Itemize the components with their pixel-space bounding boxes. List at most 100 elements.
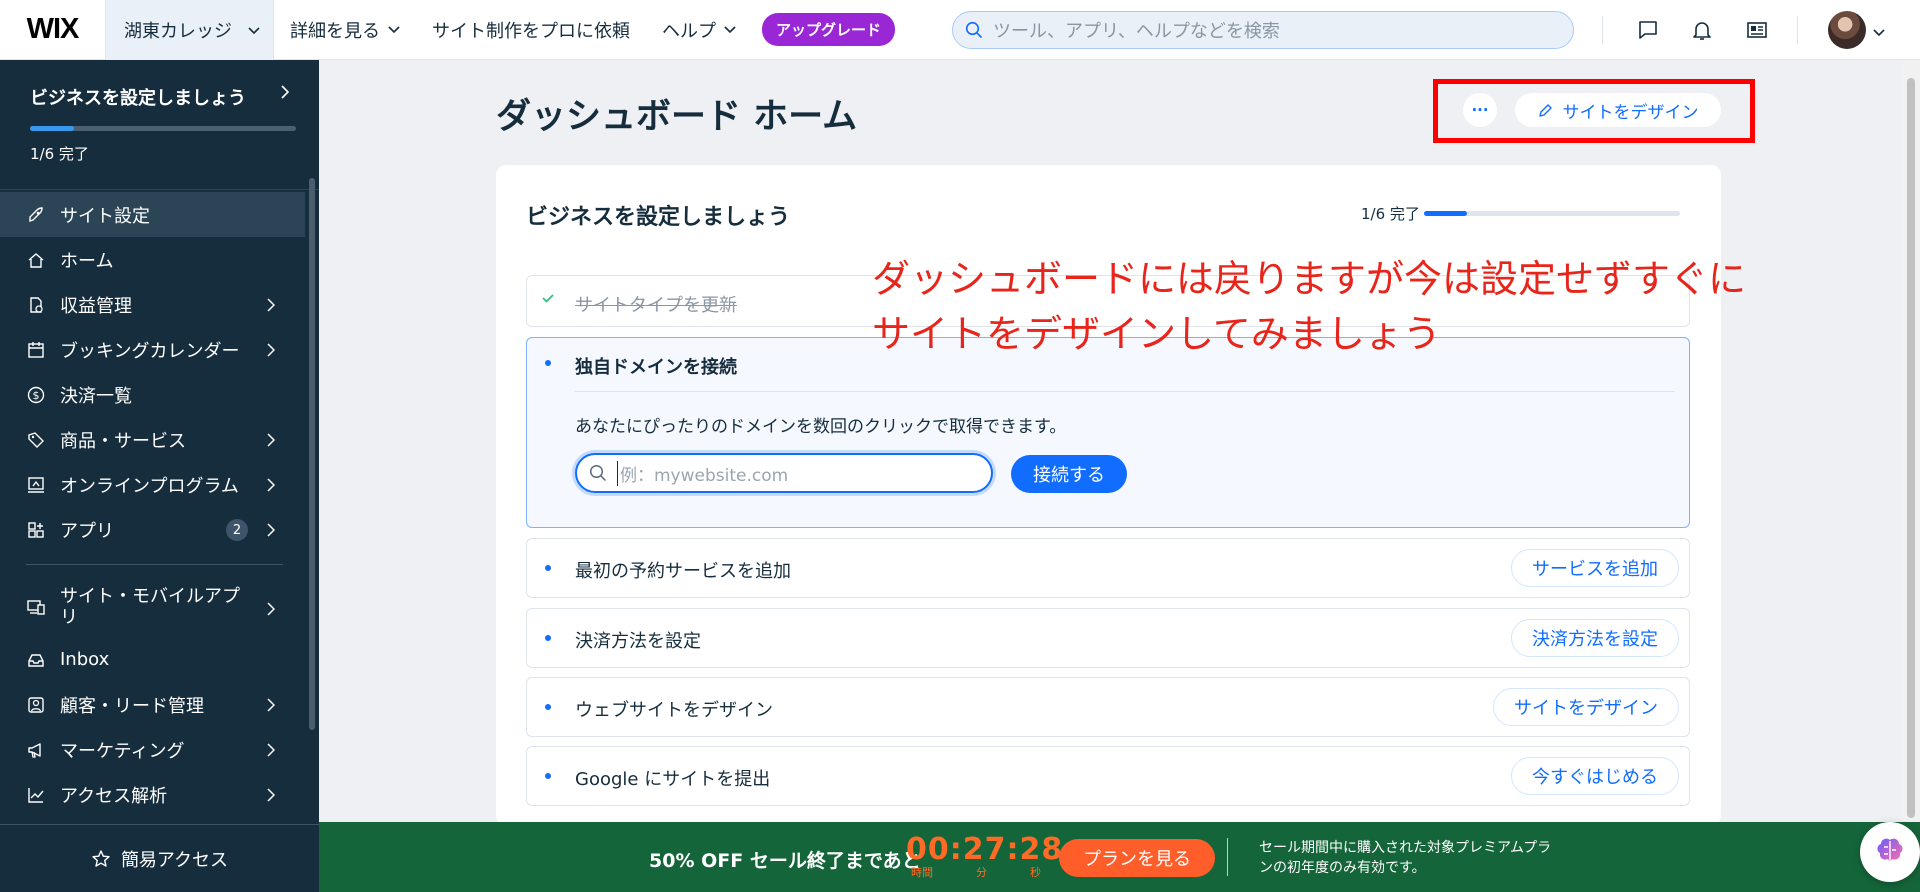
page-title: ダッシュボード ホーム — [496, 97, 858, 137]
search-input[interactable]: ツール、アプリ、ヘルプなどを検索 — [952, 11, 1574, 49]
news-icon[interactable] — [1743, 16, 1771, 44]
more-actions-button[interactable]: ··· — [1463, 93, 1497, 127]
search-placeholder: ツール、アプリ、ヘルプなどを検索 — [993, 21, 1280, 42]
wix-logo[interactable]: WIX — [0, 0, 106, 60]
chevron-right-icon — [267, 600, 276, 621]
sidebar-item-label: 決済一覧 — [60, 385, 132, 407]
more-menu[interactable]: 詳細を見る — [274, 17, 416, 43]
task-add-booking-service[interactable]: 最初の予約サービスを追加 サービスを追加 — [526, 538, 1690, 598]
sidebar-item-home[interactable]: ホーム — [0, 237, 305, 282]
sidebar-item-online-programs[interactable]: オンラインプログラム — [0, 462, 305, 507]
sidebar-item-label: Inbox — [60, 649, 110, 670]
chevron-right-icon — [267, 296, 276, 317]
quick-access-button[interactable]: 簡易アクセス — [0, 824, 319, 892]
sidebar-scrollbar[interactable] — [309, 178, 315, 730]
apps-count-badge: 2 — [226, 519, 248, 541]
sidebar-item-label: アプリ — [60, 520, 114, 542]
bullet-icon — [545, 565, 551, 571]
sidebar-item-revenue[interactable]: 収益管理 — [0, 282, 305, 327]
setup-progress-panel[interactable]: ビジネスを設定しましょう 1/6 完了 — [0, 60, 319, 190]
sparkle-star-icon — [92, 849, 110, 867]
sidebar-item-analytics[interactable]: アクセス解析 — [0, 772, 305, 817]
site-switcher[interactable]: 湖東カレッジ — [106, 0, 274, 60]
sidebar-item-site-mobile-app[interactable]: サイト・モバイルアプリ — [0, 577, 305, 637]
setup-title: ビジネスを設定しましょう — [30, 88, 246, 109]
checkmark-icon — [541, 290, 555, 309]
more-menu-label: 詳細を見る — [290, 20, 380, 42]
site-name: 湖東カレッジ — [124, 20, 232, 42]
task-submit-to-google[interactable]: Google にサイトを提出 今すぐはじめる — [526, 746, 1690, 806]
bullet-icon — [545, 704, 551, 710]
help-menu[interactable]: ヘルプ — [646, 17, 752, 43]
setup-progress-bar — [30, 126, 296, 131]
countdown-timer: 00:27:28 — [906, 832, 1064, 867]
setup-payment-button[interactable]: 決済方法を設定 — [1511, 619, 1679, 657]
chevron-right-icon — [267, 476, 276, 497]
sidebar-item-label: アクセス解析 — [60, 785, 168, 807]
pencil-icon — [1538, 103, 1552, 117]
sidebar-item-label: 顧客・リード管理 — [60, 695, 204, 717]
search-icon — [965, 21, 983, 39]
chevron-right-icon — [267, 786, 276, 807]
countdown-units: 時間 分 秒 — [911, 864, 1041, 880]
task-setup-payment[interactable]: 決済方法を設定 決済方法を設定 — [526, 608, 1690, 668]
unit-hours: 時間 — [911, 866, 933, 879]
sidebar-item-payments[interactable]: $ 決済一覧 — [0, 372, 305, 417]
task-design-website[interactable]: ウェブサイトをデザイン サイトをデザイン — [526, 677, 1690, 737]
sidebar-item-label: サイト設定 — [60, 205, 150, 227]
task-connect-domain: 独自ドメインを接続 あなたにぴったりのドメインを数回のクリックで取得できます。 … — [526, 337, 1690, 528]
sidebar-item-site-settings[interactable]: サイト設定 — [0, 192, 305, 237]
revenue-icon — [26, 295, 46, 315]
ai-assistant-button[interactable] — [1860, 822, 1920, 882]
sidebar-item-booking-calendar[interactable]: ブッキングカレンダー — [0, 327, 305, 372]
sidebar-item-label: サイト・モバイルアプリ — [60, 586, 240, 628]
chevron-down-icon[interactable] — [1873, 22, 1885, 41]
setup-progress-text: 1/6 完了 — [30, 145, 89, 163]
domain-search-input[interactable]: 例：mywebsite.com — [575, 453, 993, 493]
chevron-down-icon — [248, 19, 260, 40]
bullet-icon — [545, 635, 551, 641]
search-icon — [589, 464, 607, 482]
chevron-down-icon — [388, 25, 400, 33]
annotation-text: ダッシュボードには戻りますが今は設定せずすぐに サイトをデザインしてみましょう — [872, 252, 1746, 362]
view-plans-button[interactable]: プランを見る — [1059, 839, 1215, 877]
task-label: 独自ドメインを接続 — [575, 357, 737, 378]
program-icon — [26, 475, 46, 495]
annotation-line-2: サイトをデザインしてみましょう — [872, 312, 1441, 356]
help-menu-label: ヘルプ — [662, 20, 716, 42]
divider — [1227, 838, 1228, 876]
page-scrollbar-thumb[interactable] — [1907, 78, 1915, 818]
upgrade-button[interactable]: アップグレード — [762, 13, 896, 46]
sidebar-item-contacts[interactable]: 顧客・リード管理 — [0, 682, 305, 727]
chevron-right-icon — [267, 696, 276, 717]
sidebar-item-label: オンラインプログラム — [60, 475, 239, 497]
unit-seconds: 秒 — [1030, 866, 1041, 879]
promo-note: セール期間中に購入された対象プレミアムプランの初年度のみ有効です。 — [1259, 840, 1552, 876]
sidebar-item-products[interactable]: 商品・サービス — [0, 417, 305, 462]
setup-card-progress-fill — [1424, 211, 1467, 216]
design-site-task-button[interactable]: サイトをデザイン — [1493, 688, 1679, 726]
inbox-icon — [26, 650, 46, 670]
home-icon — [26, 250, 46, 270]
top-nav: 詳細を見る サイト制作をプロに依頼 ヘルプ アップグレード — [274, 0, 896, 60]
avatar[interactable] — [1828, 11, 1866, 49]
divider — [1797, 16, 1798, 44]
design-site-label: サイトをデザイン — [1562, 102, 1699, 123]
setup-progress-fill — [30, 126, 75, 131]
page-scrollbar[interactable] — [1902, 60, 1920, 820]
bullet-icon — [545, 773, 551, 779]
hire-pro-link[interactable]: サイト制作をプロに依頼 — [416, 17, 646, 43]
get-started-button[interactable]: 今すぐはじめる — [1511, 757, 1679, 795]
sidebar-item-marketing[interactable]: マーケティング — [0, 727, 305, 772]
dollar-icon: $ — [26, 385, 46, 405]
unit-minutes: 分 — [976, 866, 987, 879]
sidebar-item-apps[interactable]: アプリ 2 — [0, 507, 305, 552]
bell-icon[interactable] — [1688, 16, 1716, 44]
design-site-button[interactable]: サイトをデザイン — [1515, 93, 1721, 127]
sidebar-item-inbox[interactable]: Inbox — [0, 637, 305, 682]
chevron-right-icon — [267, 431, 276, 452]
connect-domain-button[interactable]: 接続する — [1011, 455, 1127, 493]
add-service-button[interactable]: サービスを追加 — [1511, 549, 1679, 587]
devices-icon — [26, 597, 46, 617]
chat-icon[interactable] — [1634, 16, 1662, 44]
